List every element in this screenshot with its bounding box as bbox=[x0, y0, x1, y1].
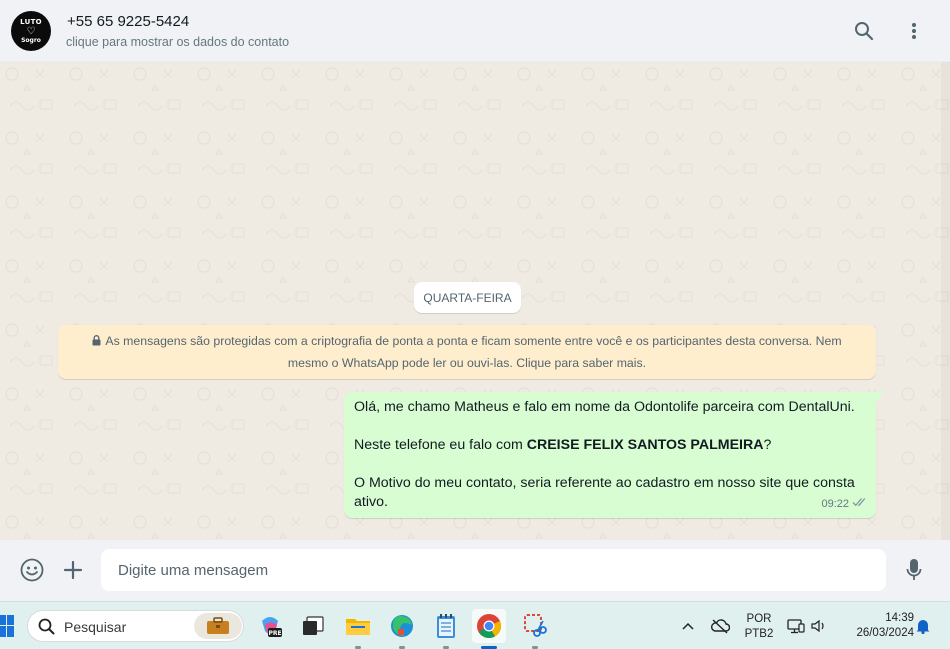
microphone-icon[interactable] bbox=[901, 557, 927, 583]
attach-plus-icon[interactable] bbox=[60, 557, 86, 583]
language-indicator[interactable]: POR PTB2 bbox=[741, 612, 777, 642]
contact-name[interactable]: +55 65 9225-5424 bbox=[67, 13, 189, 30]
message-line-2-prefix: Neste telefone eu falo com bbox=[354, 437, 527, 453]
copilot-pre-icon[interactable]: PRE bbox=[253, 609, 287, 643]
network-icon[interactable] bbox=[786, 602, 806, 649]
message-meta: 09:22 bbox=[821, 495, 868, 514]
double-check-icon bbox=[852, 495, 868, 514]
notepad-icon[interactable] bbox=[429, 609, 463, 649]
svg-text:PRE: PRE bbox=[268, 630, 281, 637]
notification-bell-icon[interactable] bbox=[914, 602, 932, 649]
snipping-tool-icon[interactable] bbox=[518, 609, 552, 649]
message-line-2-suffix: ? bbox=[763, 437, 772, 453]
chrome-icon[interactable] bbox=[472, 609, 506, 649]
message-composer bbox=[0, 540, 950, 601]
volume-icon[interactable] bbox=[809, 602, 829, 649]
clock-time: 14:39 bbox=[885, 612, 914, 624]
conversation-panel: QUARTA-FEIRA As mensagens são protegidas… bbox=[0, 62, 950, 540]
onedrive-offline-icon[interactable] bbox=[708, 602, 732, 649]
lock-icon bbox=[92, 332, 101, 353]
taskbar-search[interactable]: Pesquisar bbox=[27, 610, 244, 642]
outgoing-message[interactable]: Olá, me chamo Matheus e falo em nome da … bbox=[344, 392, 884, 518]
contact-avatar[interactable]: LUTO ♡ Sogro bbox=[11, 11, 51, 51]
date-separator: QUARTA-FEIRA bbox=[414, 282, 521, 313]
avatar-text-top: LUTO bbox=[20, 17, 42, 26]
message-time: 09:22 bbox=[821, 498, 849, 510]
clock-date: 26/03/2024 bbox=[856, 627, 914, 639]
message-contact-name: CREISE FELIX SANTOS PALMEIRA bbox=[526, 437, 764, 453]
message-line-1: Olá, me chamo Matheus e falo em nome da … bbox=[354, 399, 855, 415]
windows-taskbar: Pesquisar PRE POR PTB2 14:39 26/03/2024 bbox=[0, 601, 950, 649]
file-explorer-icon[interactable] bbox=[341, 609, 375, 649]
avatar-text-bottom: Sogro bbox=[21, 36, 41, 44]
encryption-notice-text: As mensagens são protegidas com a cripto… bbox=[105, 334, 842, 370]
edge-icon[interactable] bbox=[385, 609, 419, 649]
taskbar-search-label: Pesquisar bbox=[64, 619, 127, 635]
chat-scrollbar[interactable] bbox=[941, 62, 950, 540]
task-view-icon[interactable] bbox=[296, 609, 330, 643]
keyboard-layout: PTB2 bbox=[744, 628, 774, 640]
briefcase-icon bbox=[194, 613, 242, 639]
heart-icon: ♡ bbox=[26, 25, 36, 37]
encryption-notice[interactable]: As mensagens são protegidas com a cripto… bbox=[58, 325, 876, 379]
contact-subtitle[interactable]: clique para mostrar os dados do contato bbox=[66, 35, 289, 49]
bubble-tail bbox=[876, 392, 884, 403]
emoji-icon[interactable] bbox=[19, 557, 45, 583]
system-clock[interactable]: 14:39 26/03/2024 bbox=[838, 611, 914, 641]
chat-header: LUTO ♡ Sogro +55 65 9225-5424 clique par… bbox=[0, 0, 950, 62]
windows-start-icon[interactable] bbox=[0, 615, 14, 637]
search-icon bbox=[38, 618, 55, 640]
language-code: POR bbox=[746, 613, 772, 625]
message-line-2: Neste telefone eu falo com CREISE FELIX … bbox=[354, 436, 867, 455]
message-line-3: O Motivo do meu contato, seria referente… bbox=[354, 475, 855, 510]
chevron-up-icon[interactable] bbox=[679, 602, 697, 649]
search-icon[interactable] bbox=[852, 19, 876, 43]
more-options-icon[interactable] bbox=[902, 19, 926, 43]
message-input[interactable] bbox=[101, 549, 886, 591]
